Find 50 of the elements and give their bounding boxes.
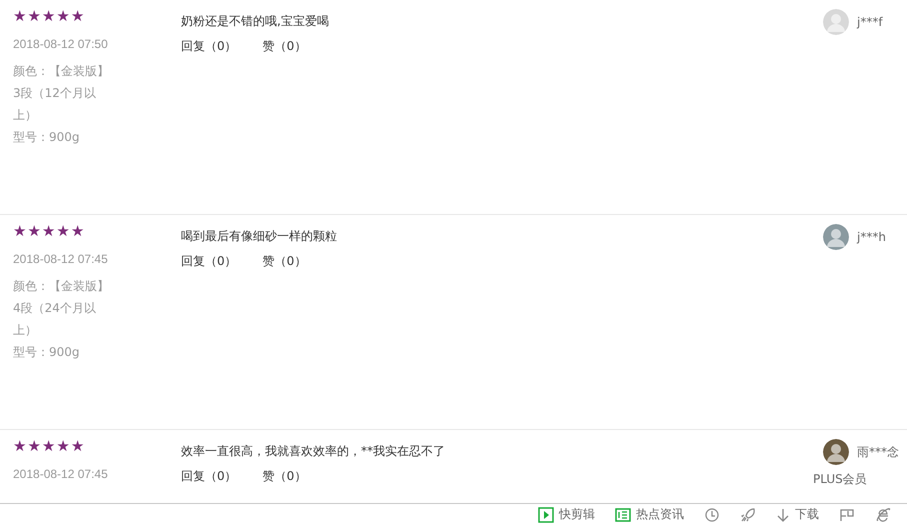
download-button[interactable]: 下载 — [766, 504, 829, 524]
star-icon: ★ — [27, 438, 41, 455]
product-attribute: 型号：900g — [13, 344, 81, 361]
user-name: j***f — [857, 15, 883, 29]
star-icon: ★ — [56, 8, 70, 25]
flag-icon — [839, 506, 855, 522]
star-icon: ★ — [42, 8, 56, 25]
star-icon: ★ — [27, 8, 41, 25]
reply-link[interactable]: 回复（0） — [181, 38, 237, 55]
star-icon: ★ — [70, 8, 84, 25]
download-icon — [776, 506, 790, 522]
user-name: 雨***念 — [857, 444, 899, 460]
user-name: j***h — [857, 230, 886, 244]
star-icon: ★ — [13, 223, 26, 240]
like-link[interactable]: 赞（0） — [262, 468, 306, 485]
reply-link[interactable]: 回复（0） — [181, 253, 237, 270]
product-attribute: 颜色：【金装版】 — [13, 278, 110, 295]
member-level: PLUS会员 — [813, 471, 868, 488]
review-text: 奶粉还是不错的哦,宝宝爱喝 — [181, 13, 330, 30]
news-icon — [615, 506, 631, 522]
product-attribute: 3段（12个月以上） — [13, 85, 97, 124]
clip-button[interactable]: 快剪辑 — [528, 504, 605, 524]
like-link[interactable]: 赞（0） — [262, 38, 306, 55]
video-clip-icon — [538, 506, 554, 522]
star-icon: ★ — [42, 438, 56, 455]
review-date: 2018-08-12 07:50 — [13, 37, 109, 51]
browser-e-icon — [875, 506, 891, 522]
review-date: 2018-08-12 07:45 — [13, 252, 109, 266]
user-avatar — [823, 9, 849, 35]
star-icon: ★ — [27, 223, 41, 240]
product-attribute: 颜色：【金装版】 — [13, 63, 110, 80]
product-attribute: 4段（24个月以上） — [13, 300, 97, 339]
star-icon: ★ — [70, 438, 84, 455]
like-link[interactable]: 赞（0） — [262, 253, 306, 270]
star-icon: ★ — [13, 438, 26, 455]
star-icon: ★ — [42, 223, 56, 240]
rocket-icon — [740, 506, 756, 522]
user-avatar — [823, 224, 849, 250]
review-date: 2018-08-12 07:45 — [13, 467, 109, 481]
star-icon: ★ — [13, 8, 26, 25]
news-button[interactable]: 热点资讯 — [605, 504, 694, 524]
review-text: 喝到最后有像细砂一样的颗粒 — [181, 228, 338, 245]
gauge-icon — [704, 506, 720, 522]
star-icon: ★ — [56, 438, 70, 455]
star-icon: ★ — [70, 223, 84, 240]
product-attribute: 型号：900g — [13, 129, 81, 146]
star-icon: ★ — [56, 223, 70, 240]
user-avatar — [823, 439, 849, 465]
reply-link[interactable]: 回复（0） — [181, 468, 237, 485]
review-text: 效率一直很高，我就喜欢效率的，**我实在忍不了 — [181, 443, 446, 460]
